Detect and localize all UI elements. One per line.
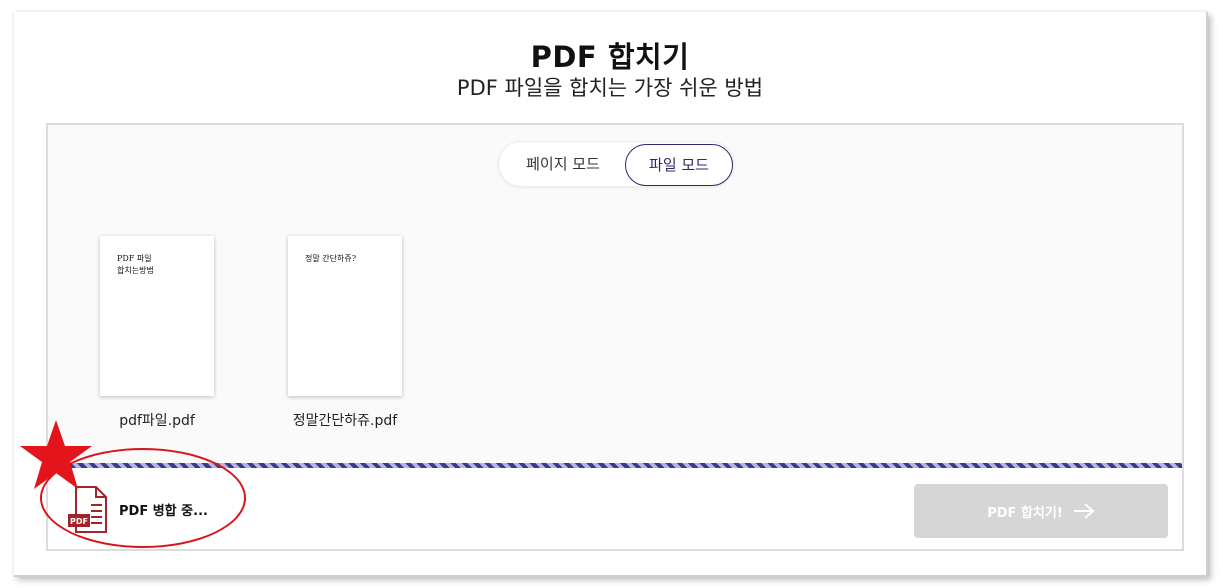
page-subtitle: PDF 파일을 합치는 가장 쉬운 방법: [456, 76, 764, 100]
merge-button-label: PDF 합치기!: [987, 505, 1063, 521]
red-star-icon: [20, 420, 92, 489]
arrow-right-icon: [1073, 503, 1095, 519]
pdf-thumbnail[interactable]: 정말 간단하쥬?: [288, 236, 402, 396]
page-title: PDF 합치기: [530, 40, 690, 74]
file-drop-area[interactable]: 페이지 모드 파일 모드 PDF 파일 합치는방법 pdf파일.pdf 정말 간…: [48, 125, 1182, 465]
file-name: pdf파일.pdf: [119, 413, 195, 429]
thumbnail-text-line: 합치는방법: [117, 266, 154, 275]
pdf-thumbnail[interactable]: PDF 파일 합치는방법: [100, 236, 214, 396]
mode-toggle: 페이지 모드 파일 모드: [498, 141, 734, 187]
thumbnail-text-line: 정말 간단하쥬?: [305, 254, 356, 263]
file-name: 정말간단하쥬.pdf: [292, 413, 398, 429]
file-mode-button[interactable]: 파일 모드: [625, 144, 733, 186]
page-mode-button[interactable]: 페이지 모드: [505, 145, 621, 183]
thumbnail-text-line: PDF 파일: [117, 254, 152, 263]
merge-pdf-button[interactable]: PDF 합치기!: [914, 484, 1168, 538]
